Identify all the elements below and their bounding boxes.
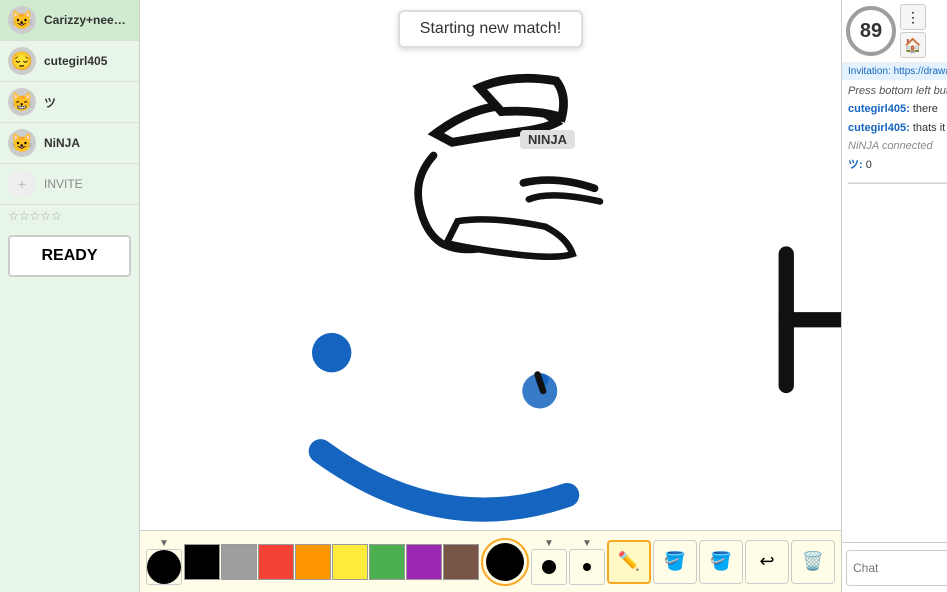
player-name-ninja: NiNJA [44, 136, 80, 150]
player-item-ninja-tw[interactable]: 😸 ツ [0, 82, 139, 123]
home-btn[interactable]: 🏠 [900, 32, 926, 58]
system-text: NiNJA connected [848, 140, 933, 152]
brush-small [583, 563, 591, 571]
player-name-cutegirl: cutegirl405 [44, 54, 107, 68]
chat-msg-4: ツ: 0 [848, 158, 947, 173]
arrow-2: ▼ [544, 539, 554, 549]
color-red[interactable] [258, 544, 294, 580]
color-green[interactable] [369, 544, 405, 580]
color-gray[interactable] [221, 544, 257, 580]
chat-input[interactable] [846, 550, 947, 586]
avatar-cutegirl: 😔 [8, 47, 36, 75]
selected-color-btn[interactable] [481, 538, 529, 586]
sender-4: ツ: [848, 159, 863, 171]
text-4: 0 [866, 159, 872, 171]
color-brown[interactable] [443, 544, 479, 580]
player-item-ninja[interactable]: 😺 NiNJA [0, 123, 139, 164]
avatar-invite: + [8, 170, 36, 198]
player-name-ninja-tw: ツ [44, 94, 56, 111]
header-icons: ⋮ 🏠 [900, 4, 926, 58]
text-1: there [913, 103, 938, 115]
brush-large [147, 550, 181, 584]
avatar-ninja-tw: 😸 [8, 88, 36, 116]
player-name-carizzy: Carizzy+needs a bf [44, 13, 131, 27]
chat-divider: ——————————0 [848, 176, 947, 191]
player-item-cutegirl[interactable]: 😔 cutegirl405 [0, 41, 139, 82]
canvas-drawing[interactable]: NINJA [140, 0, 841, 530]
chat-input-area: ⭐ [842, 542, 947, 592]
brush-medium [542, 560, 556, 574]
sender-1: cutegirl405: [848, 103, 910, 115]
arrow-1: ▼ [159, 539, 169, 549]
timer-value: 89 [860, 20, 882, 43]
color-purple[interactable] [406, 544, 442, 580]
player-item-carizzy[interactable]: 😺 Carizzy+needs a bf [0, 0, 139, 41]
color-black[interactable] [184, 544, 220, 580]
chat-msg-system: NiNJA connected [848, 139, 947, 154]
chat-messages: Press bottom left button cutegirl405: th… [842, 80, 947, 542]
text-2: thats it [913, 122, 945, 134]
top-bar: 89 ⋮ 🏠 [842, 0, 947, 63]
avatar-carizzy: 😺 [8, 6, 36, 34]
invite-item[interactable]: + INVITE [0, 164, 139, 205]
undo-icon: ↩ [759, 551, 774, 572]
size-selector-2[interactable]: ▼ [531, 539, 567, 585]
star-rating: ☆☆☆☆☆ [0, 205, 139, 227]
menu-icon: ⋮ [906, 9, 920, 26]
invitation-bar: Invitation: https://drawaria.online/roo [842, 63, 947, 80]
pencil-icon: ✏️ [618, 551, 640, 572]
home-icon: 🏠 [904, 37, 921, 54]
color-orange[interactable] [295, 544, 331, 580]
trash-icon: 🗑️ [802, 551, 824, 572]
avatar-ninja: 😺 [8, 129, 36, 157]
chat-msg-1: cutegirl405: there [848, 102, 947, 117]
chat-msg-2: cutegirl405: thats it [848, 121, 947, 136]
chat-hint: Press bottom left button [848, 84, 947, 99]
pencil-tool-btn[interactable]: ✏️ [607, 540, 651, 584]
right-panel: 89 ⋮ 🏠 Invitation: https://drawaria.onli… [841, 0, 947, 592]
sidebar: 😺 Carizzy+needs a bf 😔 cutegirl405 😸 ツ 😺… [0, 0, 140, 592]
size-selector-3[interactable]: ▼ [569, 539, 605, 585]
fill-alt-icon: 🪣 [710, 551, 732, 572]
sender-2: cutegirl405: [848, 122, 910, 134]
fill-tool-btn[interactable]: 🪣 [653, 540, 697, 584]
color-yellow[interactable] [332, 544, 368, 580]
ready-button[interactable]: READY [8, 235, 131, 277]
undo-btn[interactable]: ↩ [745, 540, 789, 584]
trash-btn[interactable]: 🗑️ [791, 540, 835, 584]
ninja-label: NINJA [520, 130, 575, 149]
color-row [184, 544, 479, 580]
menu-btn[interactable]: ⋮ [900, 4, 926, 30]
size-selector-1[interactable]: ▼ [146, 539, 182, 585]
invite-label: INVITE [44, 177, 83, 191]
selected-color-circle [486, 543, 524, 581]
arrow-3: ▼ [582, 539, 592, 549]
drawing-canvas[interactable] [140, 0, 841, 530]
timer-circle: 89 [846, 6, 896, 56]
toolbar: ▼ [140, 530, 841, 592]
fill-alt-tool-btn[interactable]: 🪣 [699, 540, 743, 584]
canvas-area: Starting new match! [140, 0, 841, 592]
fill-icon: 🪣 [664, 551, 686, 572]
